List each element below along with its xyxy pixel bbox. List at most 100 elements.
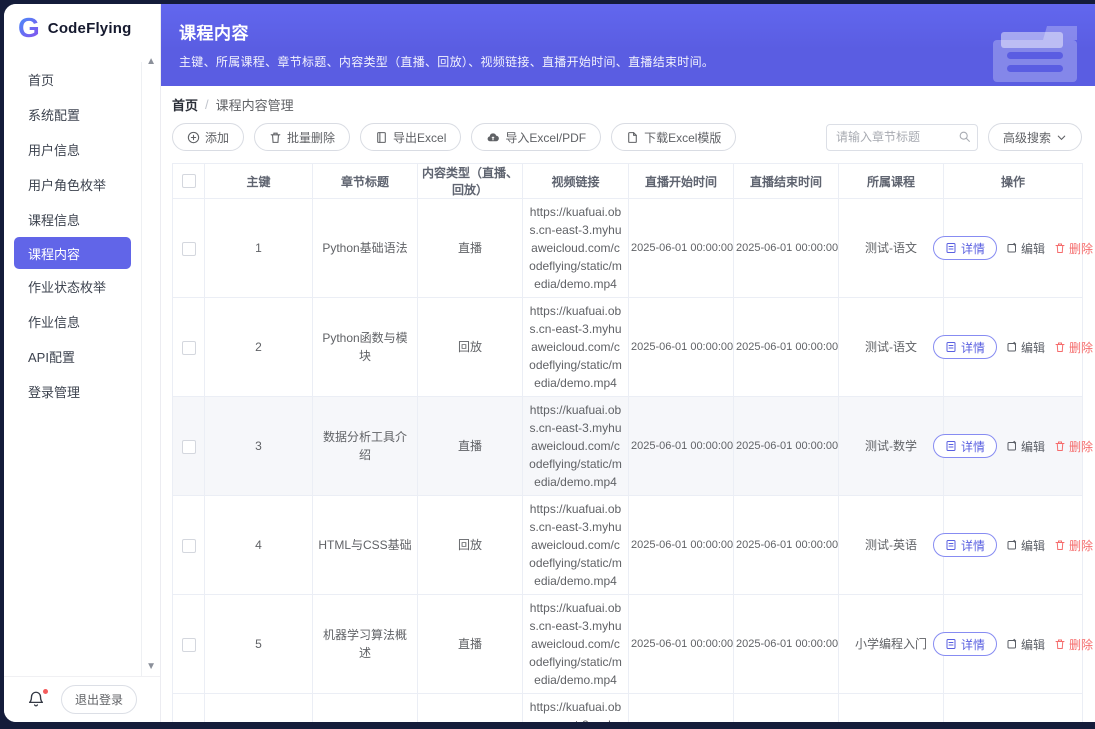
notification-badge (43, 689, 48, 694)
page-title: 课程内容 (179, 19, 1095, 44)
cell-type: 回放 (418, 496, 523, 595)
delete-button-label: 删除 (1069, 240, 1093, 257)
nav-scroll-up-icon[interactable]: ▲ (146, 56, 156, 67)
sidebar-item-user-info[interactable]: 用户信息 (4, 132, 141, 167)
detail-button[interactable]: 详情 (933, 533, 997, 557)
detail-button-label: 详情 (961, 438, 985, 455)
edit-button[interactable]: 编辑 (1006, 438, 1045, 455)
breadcrumb-home[interactable]: 首页 (172, 95, 198, 114)
table-row: 3 数据分析工具介绍 直播 https://kuafuai.obs.cn-eas… (173, 397, 1083, 496)
cell-end-time: 2025-06-01 00:00:00 (734, 298, 839, 397)
detail-button-label: 详情 (961, 240, 985, 257)
nav-scroll-down-icon[interactable]: ▼ (146, 661, 156, 672)
cell-title: 机器学习算法概述 (313, 595, 418, 694)
breadcrumb-separator: / (205, 97, 209, 112)
detail-button-label: 详情 (961, 339, 985, 356)
cell-title: Python基础语法 (313, 199, 418, 298)
row-checkbox[interactable] (182, 242, 196, 256)
delete-button[interactable]: 删除 (1054, 339, 1093, 356)
edit-button[interactable]: 编辑 (1006, 636, 1045, 653)
content-area: 首页 / 课程内容管理 添加 批量删除 (161, 86, 1095, 722)
notification-bell-icon[interactable] (27, 690, 47, 710)
cell-type: 直播 (418, 595, 523, 694)
detail-button[interactable]: 详情 (933, 335, 997, 359)
sidebar-item-course-info[interactable]: 课程信息 (4, 202, 141, 237)
export-excel-button-label: 导出Excel (393, 129, 446, 146)
edit-button-label: 编辑 (1021, 240, 1045, 257)
sidebar-item-homework-status-enum[interactable]: 作业状态枚举 (4, 269, 141, 304)
table-header-row: 主键 章节标题 内容类型（直播、回放） 视频链接 直播开始时间 直播结束时间 所… (173, 164, 1083, 199)
row-checkbox[interactable] (182, 440, 196, 454)
edit-button[interactable]: 编辑 (1006, 339, 1045, 356)
cell-course: 测试-数学 (839, 397, 944, 496)
cell-id: 2 (205, 298, 313, 397)
sidebar-item-user-role-enum[interactable]: 用户角色枚举 (4, 167, 141, 202)
cell-video-url: https://kuafuai.obs.cn-east-3.myhuaweicl… (523, 397, 629, 496)
cell-course: 测试-语文 (839, 199, 944, 298)
column-header-type: 内容类型（直播、回放） (418, 164, 523, 199)
import-excel-pdf-button-label: 导入Excel/PDF (505, 129, 586, 146)
column-header-end-time: 直播结束时间 (734, 164, 839, 199)
batch-delete-button[interactable]: 批量删除 (254, 123, 350, 151)
cell-start-time: 2025-06-01 00:00:00 (629, 496, 734, 595)
app-title: CodeFlying (48, 20, 132, 37)
table-row: 1 Python基础语法 直播 https://kuafuai.obs.cn-e… (173, 199, 1083, 298)
detail-button[interactable]: 详情 (933, 632, 997, 656)
delete-button[interactable]: 删除 (1054, 438, 1093, 455)
cloud-upload-icon (486, 131, 500, 144)
row-checkbox[interactable] (182, 638, 196, 652)
edit-button-label: 编辑 (1021, 438, 1045, 455)
search-icon[interactable] (958, 130, 971, 143)
cell-title: HTML与CSS基础 (313, 496, 418, 595)
sidebar-item-login-management[interactable]: 登录管理 (4, 374, 141, 409)
sidebar: G CodeFlying ▲ 首页 系统配置 用户信息 用户角色枚举 课程信息 … (4, 4, 161, 722)
cell-video-url: https://kuafuai.obs.cn-east-3.myhuaweicl… (523, 298, 629, 397)
cell-title: Python函数与模块 (313, 298, 418, 397)
delete-button[interactable]: 删除 (1054, 537, 1093, 554)
search-input[interactable] (826, 124, 978, 151)
table-row: 4 HTML与CSS基础 回放 https://kuafuai.obs.cn-e… (173, 496, 1083, 595)
cell-start-time: 2025-06-01 00:00:00 (629, 694, 734, 723)
document-download-icon (626, 131, 639, 144)
search-box (826, 124, 978, 151)
edit-button[interactable]: 编辑 (1006, 537, 1045, 554)
sidebar-item-system-config[interactable]: 系统配置 (4, 97, 141, 132)
column-header-video-url: 视频链接 (523, 164, 629, 199)
row-checkbox[interactable] (182, 539, 196, 553)
cell-id: 1 (205, 199, 313, 298)
sidebar-item-course-content[interactable]: 课程内容 (14, 237, 131, 269)
detail-button[interactable]: 详情 (933, 434, 997, 458)
export-excel-button[interactable]: 导出Excel (360, 123, 461, 151)
column-header-start-time: 直播开始时间 (629, 164, 734, 199)
sidebar-item-home[interactable]: 首页 (4, 62, 141, 97)
download-template-button-label: 下载Excel模版 (644, 129, 721, 146)
app-logo: G CodeFlying (4, 4, 160, 52)
plus-circle-icon (187, 131, 200, 144)
cell-id: 3 (205, 397, 313, 496)
detail-button[interactable]: 详情 (933, 236, 997, 260)
add-button[interactable]: 添加 (172, 123, 244, 151)
cell-video-url: https://kuafuai.obs.cn-east-3.myhuaweicl… (523, 595, 629, 694)
delete-button-label: 删除 (1069, 339, 1093, 356)
delete-button[interactable]: 删除 (1054, 636, 1093, 653)
breadcrumb: 首页 / 课程内容管理 (172, 94, 1082, 114)
edit-button-label: 编辑 (1021, 636, 1045, 653)
detail-button-label: 详情 (961, 537, 985, 554)
select-all-checkbox[interactable] (182, 174, 196, 188)
edit-button[interactable]: 编辑 (1006, 240, 1045, 257)
row-checkbox[interactable] (182, 341, 196, 355)
logout-button[interactable]: 退出登录 (61, 685, 137, 714)
add-button-label: 添加 (205, 129, 229, 146)
edit-button-label: 编辑 (1021, 339, 1045, 356)
import-excel-pdf-button[interactable]: 导入Excel/PDF (471, 123, 601, 151)
app-window: G CodeFlying ▲ 首页 系统配置 用户信息 用户角色枚举 课程信息 … (4, 4, 1095, 722)
advanced-search-button[interactable]: 高级搜索 (988, 123, 1082, 151)
chevron-down-icon (1056, 132, 1067, 143)
delete-button[interactable]: 删除 (1054, 240, 1093, 257)
sidebar-item-homework-info[interactable]: 作业信息 (4, 304, 141, 339)
cell-id: 6 (205, 694, 313, 723)
download-template-button[interactable]: 下载Excel模版 (611, 123, 736, 151)
folder-decoration-icon (985, 10, 1085, 86)
cell-type: 回放 (418, 298, 523, 397)
sidebar-item-api-config[interactable]: API配置 (4, 339, 141, 374)
